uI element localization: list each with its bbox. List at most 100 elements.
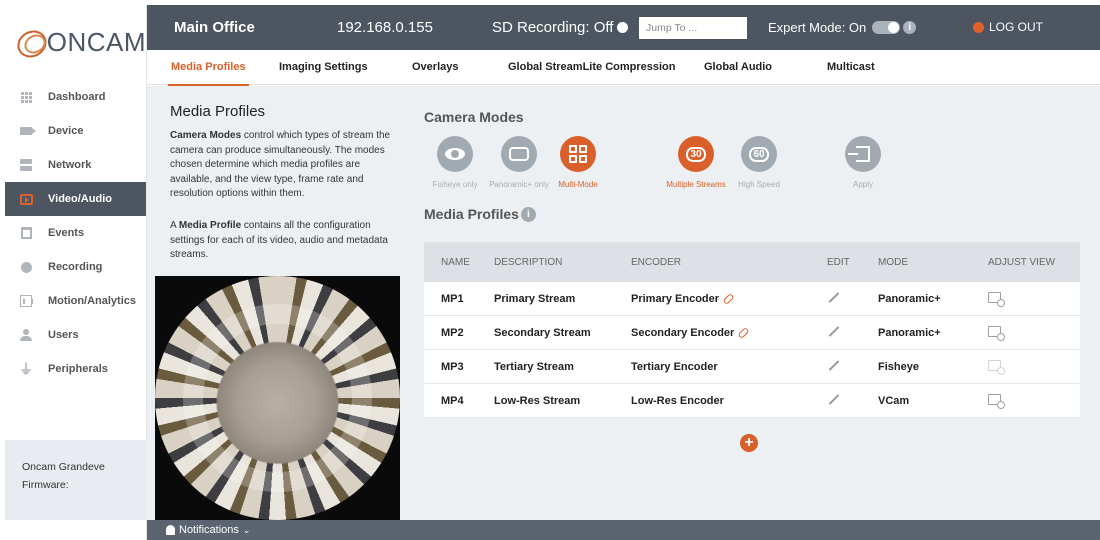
adjust-view-icon [988, 359, 1005, 375]
column-header: MODE [878, 256, 908, 268]
sidebar-item-events[interactable]: Events [5, 216, 146, 250]
tab-global-audio[interactable]: Global Audio [704, 61, 772, 73]
oncam-logo[interactable]: ONCAM [5, 5, 146, 80]
top-header: Main Office 192.168.0.155 SD Recording: … [147, 5, 1100, 50]
mode-multiple-streams[interactable]: 30 Multiple Streams [661, 136, 731, 189]
media-profiles-table: NAME DESCRIPTION ENCODER EDIT MODE ADJUS… [424, 242, 1080, 418]
adjust-view-icon [988, 325, 1005, 341]
profile-mode: Fisheye [878, 360, 919, 373]
link-icon[interactable] [737, 326, 750, 339]
site-name: Main Office [174, 19, 255, 36]
profile-description: Secondary Stream [494, 326, 591, 339]
fps-value: 30 [686, 146, 706, 162]
notifications-bar[interactable]: Notifications ⌄ [147, 520, 1100, 540]
mode-high-speed[interactable]: 60 High Speed [724, 136, 794, 189]
fisheye-preview-image [155, 276, 400, 520]
edit-button[interactable] [827, 359, 840, 375]
edit-button[interactable] [827, 291, 840, 307]
edit-button[interactable] [827, 393, 840, 409]
encoder-name: Secondary Encoder [631, 326, 735, 339]
network-icon [19, 158, 33, 172]
sidebar-item-peripherals[interactable]: ⏚ Peripherals [5, 352, 146, 386]
sd-recording-status[interactable]: SD Recording: Off [492, 19, 629, 36]
adjust-view-icon [988, 291, 1005, 307]
logout-button[interactable]: LOG OUT [973, 20, 1043, 34]
adjust-view-button[interactable] [988, 291, 1005, 307]
sidebar-item-video-audio[interactable]: Video/Audio [5, 182, 146, 216]
apply-label: Apply [852, 180, 873, 189]
sidebar-item-label: Dashboard [48, 91, 106, 103]
apply-button[interactable]: Apply [828, 136, 898, 189]
calendar-icon [19, 226, 33, 240]
grid-icon [19, 90, 33, 104]
sidebar-item-device[interactable]: Device [5, 114, 146, 148]
expert-mode-toggle[interactable] [872, 21, 901, 34]
table-row: MP3 Tertiary Stream Tertiary Encoder Fis… [424, 350, 1080, 384]
profile-encoder: Secondary Encoder [631, 326, 750, 339]
expert-mode-label: Expert Mode: On [768, 20, 867, 35]
adjust-view-button[interactable] [988, 393, 1005, 409]
media-profile-description: A Media Profile contains all the configu… [170, 219, 402, 263]
plus-icon: + [744, 434, 754, 451]
fisheye-ring [183, 304, 372, 492]
profile-description: Tertiary Stream [494, 360, 574, 373]
sidebar-item-dashboard[interactable]: Dashboard [5, 80, 146, 114]
oncam-logo-mark-icon [15, 29, 49, 57]
info-icon[interactable]: i [520, 206, 536, 222]
profile-encoder: Primary Encoder [631, 292, 735, 305]
sidebar-item-label: Recording [48, 261, 103, 273]
tab-imaging-settings[interactable]: Imaging Settings [279, 61, 368, 73]
media-profiles-title: Media Profiles i [424, 206, 536, 222]
sidebar-item-motion-analytics[interactable]: Motion/Analytics [5, 284, 146, 318]
record-icon [19, 260, 33, 274]
mode-multi-mode[interactable]: Multi-Mode [543, 136, 613, 189]
column-header: ADJUST VIEW [988, 256, 1056, 268]
table-header: NAME DESCRIPTION ENCODER EDIT MODE ADJUS… [424, 242, 1080, 282]
fps-60-icon: 60 [741, 136, 777, 172]
multi-mode-icon [560, 136, 596, 172]
mode-fisheye-only[interactable]: Fisheye only [420, 136, 490, 189]
panoramic-icon [501, 136, 537, 172]
adjust-view-button [988, 359, 1005, 375]
profile-name: MP2 [441, 326, 464, 339]
pencil-icon [828, 359, 840, 371]
tab-media-profiles[interactable]: Media Profiles [168, 61, 249, 86]
apply-icon [845, 136, 881, 172]
camera-modes-description: Camera Modes control which types of stre… [170, 129, 402, 202]
sidebar-item-users[interactable]: Users [5, 318, 146, 352]
bell-icon [166, 525, 175, 535]
edit-button[interactable] [827, 325, 840, 341]
analytics-icon [19, 294, 33, 308]
add-profile-button[interactable]: + [740, 434, 758, 452]
main-content: Camera Modes Fisheye only Panoramic+ onl… [410, 86, 1100, 520]
profile-description: Primary Stream [494, 292, 576, 305]
sidebar-item-label: Device [48, 125, 84, 137]
pencil-icon [828, 325, 840, 337]
sidebar-item-label: Video/Audio [48, 193, 112, 205]
sidebar-item-recording[interactable]: Recording [5, 250, 146, 284]
info-icon[interactable]: i [903, 21, 917, 34]
logout-label: LOG OUT [989, 20, 1044, 34]
tab-overlays[interactable]: Overlays [412, 61, 458, 73]
sidebar: ONCAM Dashboard Device Network Video/Aud… [5, 5, 147, 540]
camera-modes-term: Camera Modes [170, 130, 242, 141]
media-profile-prefix: A [170, 220, 179, 231]
sidebar-item-network[interactable]: Network [5, 148, 146, 182]
adjust-view-button[interactable] [988, 325, 1005, 341]
mode-label: Fisheye only [432, 180, 478, 189]
device-name: Oncam Grandeve [22, 461, 105, 473]
profile-name: MP1 [441, 292, 464, 305]
media-profile-term: Media Profile [178, 220, 242, 231]
tab-multicast[interactable]: Multicast [827, 61, 875, 73]
mode-label: Multi-Mode [558, 180, 598, 189]
profile-name: MP3 [441, 360, 464, 373]
link-icon[interactable] [722, 292, 735, 305]
table-row: MP1 Primary Stream Primary Encoder Panor… [424, 282, 1080, 316]
jump-to-input[interactable] [639, 17, 747, 39]
column-header: ENCODER [631, 256, 682, 268]
tab-global-streamlite-compression[interactable]: Global StreamLite Compression [508, 61, 675, 73]
adjust-view-icon [988, 393, 1005, 409]
sd-status-dot-icon [617, 22, 629, 33]
encoder-name: Tertiary Encoder [631, 360, 718, 373]
sidebar-item-label: Network [48, 159, 92, 171]
